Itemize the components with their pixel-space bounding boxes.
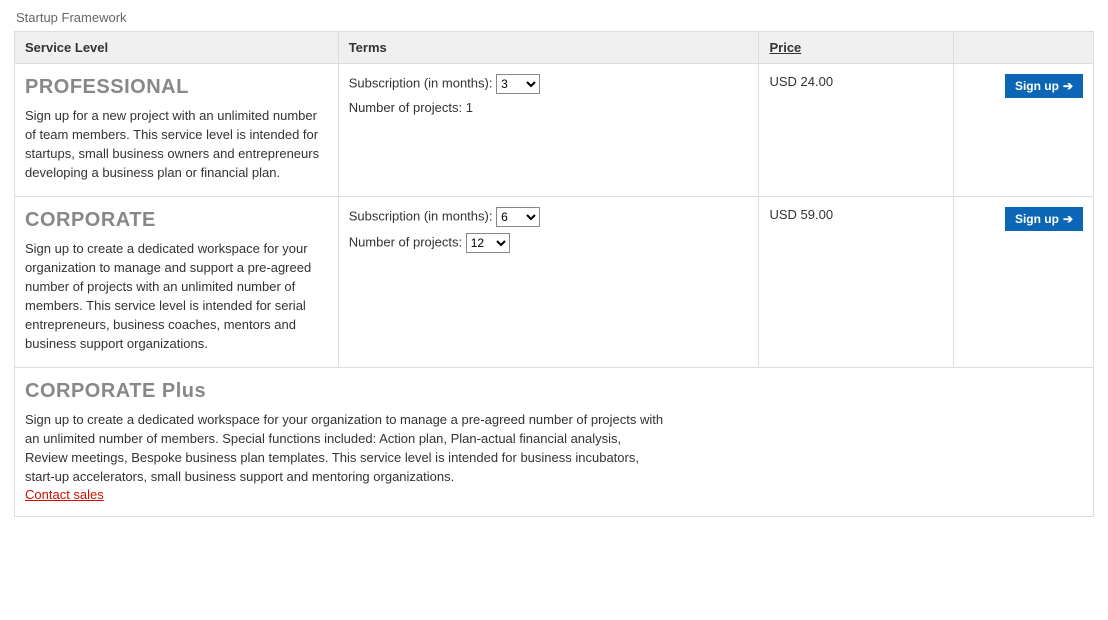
price-corporate: USD 59.00 <box>759 197 953 368</box>
col-terms: Terms <box>338 32 759 64</box>
tier-row-professional: PROFESSIONAL Sign up for a new project w… <box>15 64 1094 197</box>
col-action <box>953 32 1093 64</box>
signup-label: Sign up <box>1015 79 1059 93</box>
tier-desc-corporate: Sign up to create a dedicated workspace … <box>25 240 328 353</box>
signup-button-professional[interactable]: Sign up ➔ <box>1005 74 1083 98</box>
signup-label: Sign up <box>1015 212 1059 226</box>
subscription-select-corporate[interactable]: 6 <box>496 207 540 227</box>
arrow-right-icon: ➔ <box>1063 212 1073 226</box>
subscription-label: Subscription (in months): <box>349 209 493 224</box>
col-service-level: Service Level <box>15 32 339 64</box>
projects-label: Number of projects: <box>349 100 462 115</box>
price-professional: USD 24.00 <box>759 64 953 197</box>
projects-select-corporate[interactable]: 12 <box>466 233 510 253</box>
page-title: Startup Framework <box>16 10 1094 25</box>
contact-sales-link[interactable]: Contact sales <box>25 487 104 502</box>
tier-desc-corporate-plus: Sign up to create a dedicated workspace … <box>25 411 665 486</box>
subscription-select-professional[interactable]: 3 <box>496 74 540 94</box>
tier-name-corporate-plus: CORPORATE Plus <box>25 380 1083 403</box>
arrow-right-icon: ➔ <box>1063 79 1073 93</box>
subscription-label: Subscription (in months): <box>349 75 493 90</box>
signup-button-corporate[interactable]: Sign up ➔ <box>1005 207 1083 231</box>
tier-row-corporate-plus: CORPORATE Plus Sign up to create a dedic… <box>15 368 1094 516</box>
tier-desc-professional: Sign up for a new project with an unlimi… <box>25 107 328 182</box>
tier-name-professional: PROFESSIONAL <box>25 76 328 99</box>
tier-name-corporate: CORPORATE <box>25 209 328 232</box>
pricing-table: Service Level Terms Price PROFESSIONAL S… <box>14 31 1094 517</box>
tier-row-corporate: CORPORATE Sign up to create a dedicated … <box>15 197 1094 368</box>
projects-value-professional: 1 <box>466 100 473 115</box>
col-price[interactable]: Price <box>759 32 953 64</box>
projects-label: Number of projects: <box>349 235 462 250</box>
